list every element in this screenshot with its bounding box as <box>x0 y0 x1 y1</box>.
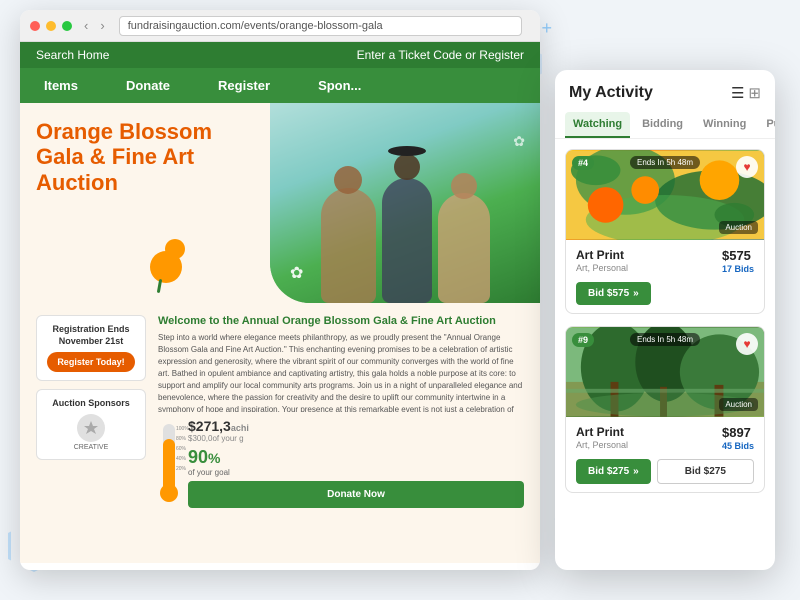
card-image-1: #4 Ends In 5h 48m ♥ Auction <box>566 150 764 240</box>
activity-items: #4 Ends In 5h 48m ♥ Auction Art Print Ar… <box>555 139 775 549</box>
card-image-2: #9 Ends In 5h 48m ♥ Auction <box>566 327 764 417</box>
register-today-button[interactable]: Register Today! <box>47 352 134 372</box>
bid-button-2[interactable]: Bid $275 » <box>576 459 651 484</box>
activity-panel: My Activity ☰ ⊞ Watching Bidding Winning… <box>555 70 775 570</box>
welcome-text: Step into a world where elegance meets p… <box>158 332 524 412</box>
nav-sponsors[interactable]: Spon... <box>294 68 385 103</box>
nav-items[interactable]: Items <box>20 68 102 103</box>
orange-deco-2 <box>165 239 185 259</box>
card-price-info-1: $575 17 Bids <box>722 248 754 274</box>
card-row-1: Art Print Art, Personal $575 17 Bids <box>576 248 754 274</box>
hero-title: Orange Blossom Gala & Fine Art Auction <box>36 119 236 195</box>
ticket-code-label[interactable]: Enter a Ticket Code or Register <box>357 48 524 62</box>
browser-url-bar[interactable]: fundraisingauction.com/events/orange-blo… <box>119 16 522 36</box>
browser-close-dot[interactable] <box>30 21 40 31</box>
browser-maximize-dot[interactable] <box>62 21 72 31</box>
card-bids-1: 17 Bids <box>722 264 754 274</box>
donate-stats: $271,3achi $300,0of your g 90% of your g… <box>188 418 524 508</box>
tab-bidding[interactable]: Bidding <box>634 112 691 138</box>
card-price-info-2: $897 45 Bids <box>722 425 754 451</box>
site-search-bar: Search Home Enter a Ticket Code or Regis… <box>20 42 540 68</box>
main-nav: Items Donate Register Spon... <box>20 68 540 103</box>
card-price-2: $897 <box>722 425 754 440</box>
main-content: Welcome to the Annual Orange Blossom Gal… <box>158 315 524 551</box>
card-info-2: Art Print Art, Personal <box>576 425 628 450</box>
activity-tabs: Watching Bidding Winning Purchases <box>555 112 775 139</box>
donate-now-button[interactable]: Donate Now <box>188 481 524 508</box>
hero-image: ✿ ✿ <box>270 103 540 303</box>
browser-toolbar: ‹ › fundraisingauction.com/events/orange… <box>20 10 540 42</box>
card-heart-1[interactable]: ♥ <box>736 156 758 178</box>
donate-section: 100% 80% 60% 40% 20% $271,3achi $300,0of… <box>158 418 524 508</box>
site-body: Registration Ends November 21st Register… <box>20 303 540 563</box>
registration-box: Registration Ends November 21st Register… <box>36 315 146 381</box>
donate-amount: $271,3achi <box>188 418 524 434</box>
card-timer-1: Ends In 5h 48m <box>630 156 700 169</box>
nav-donate[interactable]: Donate <box>102 68 194 103</box>
sidebar: Registration Ends November 21st Register… <box>36 315 146 551</box>
card-category-1: Art, Personal <box>576 263 628 273</box>
card-bids-2: 45 Bids <box>722 441 754 451</box>
card-actions-1: Bid $575 » <box>576 282 754 305</box>
thermometer: 100% 80% 60% 40% 20% <box>158 418 180 508</box>
card-info-1: Art Print Art, Personal <box>576 248 628 273</box>
card-actions-2: Bid $275 » Bid $275 <box>576 459 754 484</box>
donate-goal: $300,0of your g <box>188 434 524 443</box>
card-category-2: Art, Personal <box>576 440 628 450</box>
bid-input-2[interactable]: Bid $275 <box>657 459 754 484</box>
sponsors-box: Auction Sponsors CREATIVE <box>36 389 146 460</box>
card-badge-2: #9 <box>572 333 594 347</box>
card-name-2: Art Print <box>576 425 628 439</box>
tab-purchases[interactable]: Purchases <box>758 112 775 138</box>
card-price-1: $575 <box>722 248 754 263</box>
activity-title: My Activity <box>569 84 653 102</box>
card-timer-2: Ends In 5h 48m <box>630 333 700 346</box>
card-body-1: Art Print Art, Personal $575 17 Bids Bid… <box>566 240 764 313</box>
reg-title: Registration Ends November 21st <box>45 324 137 347</box>
grid-view-button[interactable]: ⊞ <box>748 84 761 102</box>
card-name-1: Art Print <box>576 248 628 262</box>
card-type-1: Auction <box>719 221 758 234</box>
auction-card-2: #9 Ends In 5h 48m ♥ Auction Art Print Ar… <box>565 326 765 493</box>
hero-image-inner: ✿ ✿ <box>270 103 540 303</box>
browser-url-text: fundraisingauction.com/events/orange-blo… <box>128 20 383 32</box>
browser-forward-btn[interactable]: › <box>100 18 104 33</box>
sponsors-title: Auction Sponsors <box>45 398 137 408</box>
welcome-title: Welcome to the Annual Orange Blossom Gal… <box>158 315 524 327</box>
activity-view-buttons: ☰ ⊞ <box>731 84 761 102</box>
donate-pct-label: of your goal <box>188 468 524 477</box>
card-row-2: Art Print Art, Personal $897 45 Bids <box>576 425 754 451</box>
bid-button-1[interactable]: Bid $575 » <box>576 282 651 305</box>
browser-window: ‹ › fundraisingauction.com/events/orange… <box>20 10 540 570</box>
sponsor-name: CREATIVE <box>74 444 109 451</box>
hero-section: Orange Blossom Gala & Fine Art Auction <box>20 103 540 303</box>
browser-minimize-dot[interactable] <box>46 21 56 31</box>
tab-winning[interactable]: Winning <box>695 112 754 138</box>
sponsor-logo: CREATIVE <box>45 414 137 451</box>
hero-text: Orange Blossom Gala & Fine Art Auction <box>36 119 236 195</box>
deco-plus-1: + <box>541 18 552 39</box>
auction-card-1: #4 Ends In 5h 48m ♥ Auction Art Print Ar… <box>565 149 765 314</box>
browser-back-btn[interactable]: ‹ <box>84 18 88 33</box>
list-view-button[interactable]: ☰ <box>731 84 744 102</box>
card-heart-2[interactable]: ♥ <box>736 333 758 355</box>
nav-register[interactable]: Register <box>194 68 294 103</box>
thermometer-bulb <box>160 484 178 502</box>
card-type-2: Auction <box>719 398 758 411</box>
tab-watching[interactable]: Watching <box>565 112 630 138</box>
card-body-2: Art Print Art, Personal $897 45 Bids Bid… <box>566 417 764 492</box>
card-badge-1: #4 <box>572 156 594 170</box>
activity-header: My Activity ☰ ⊞ <box>555 70 775 112</box>
sponsor-icon <box>77 414 105 442</box>
donate-pct: 90% <box>188 447 524 468</box>
search-home-label[interactable]: Search Home <box>36 48 109 62</box>
